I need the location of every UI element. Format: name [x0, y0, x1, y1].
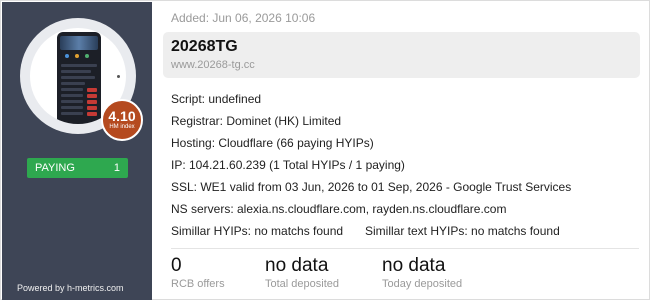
hm-index-label: HM index: [109, 124, 135, 130]
status-count: 1: [113, 162, 120, 174]
project-url[interactable]: www.20268-tg.cc: [171, 59, 255, 71]
registrar-info: Registrar: Dominet (HK) Limited: [171, 114, 342, 128]
today-deposited-label: Today deposited: [382, 278, 463, 290]
rcb-offers-value: 0: [171, 255, 182, 276]
ip-info: IP: 104.21.60.239 (1 Total HYIPs / 1 pay…: [171, 158, 405, 172]
similar-text-hyips-info: Simillar text HYIPs: no matchs found: [365, 224, 560, 238]
divider: [171, 248, 639, 249]
similar-hyips-info: Simillar HYIPs: no matchs found: [171, 224, 344, 238]
sidebar-panel: 4.10 HM index PAYING 1 Powered by h-metr…: [2, 2, 152, 300]
total-deposited-value: no data: [265, 255, 329, 276]
hm-index-badge: 4.10 HM index: [101, 99, 143, 141]
project-name[interactable]: 20268TG: [171, 38, 238, 56]
added-date: Added: Jun 06, 2026 10:06: [171, 11, 316, 25]
scroll-dot-icon: [117, 75, 120, 78]
status-badge: PAYING 1: [27, 158, 128, 178]
phone-preview-icon: [57, 32, 101, 124]
title-box: 20268TG www.20268-tg.cc: [163, 32, 640, 78]
rcb-offers-label: RCB offers: [171, 278, 225, 290]
ns-servers-info: NS servers: alexia.ns.cloudflare.com, ra…: [171, 202, 507, 216]
hyip-card: 4.10 HM index PAYING 1 Powered by h-metr…: [0, 0, 650, 300]
total-deposited-label: Total deposited: [265, 278, 339, 290]
hm-index-value: 4.10: [108, 108, 136, 124]
status-label: PAYING: [35, 162, 75, 174]
ssl-info: SSL: WE1 valid from 03 Jun, 2026 to 01 S…: [171, 180, 572, 194]
script-info: Script: undefined: [171, 92, 262, 106]
powered-by-link[interactable]: Powered by h-metrics.com: [17, 283, 124, 293]
today-deposited-value: no data: [382, 255, 446, 276]
hosting-info: Hosting: Cloudflare (66 paying HYIPs): [171, 136, 374, 150]
